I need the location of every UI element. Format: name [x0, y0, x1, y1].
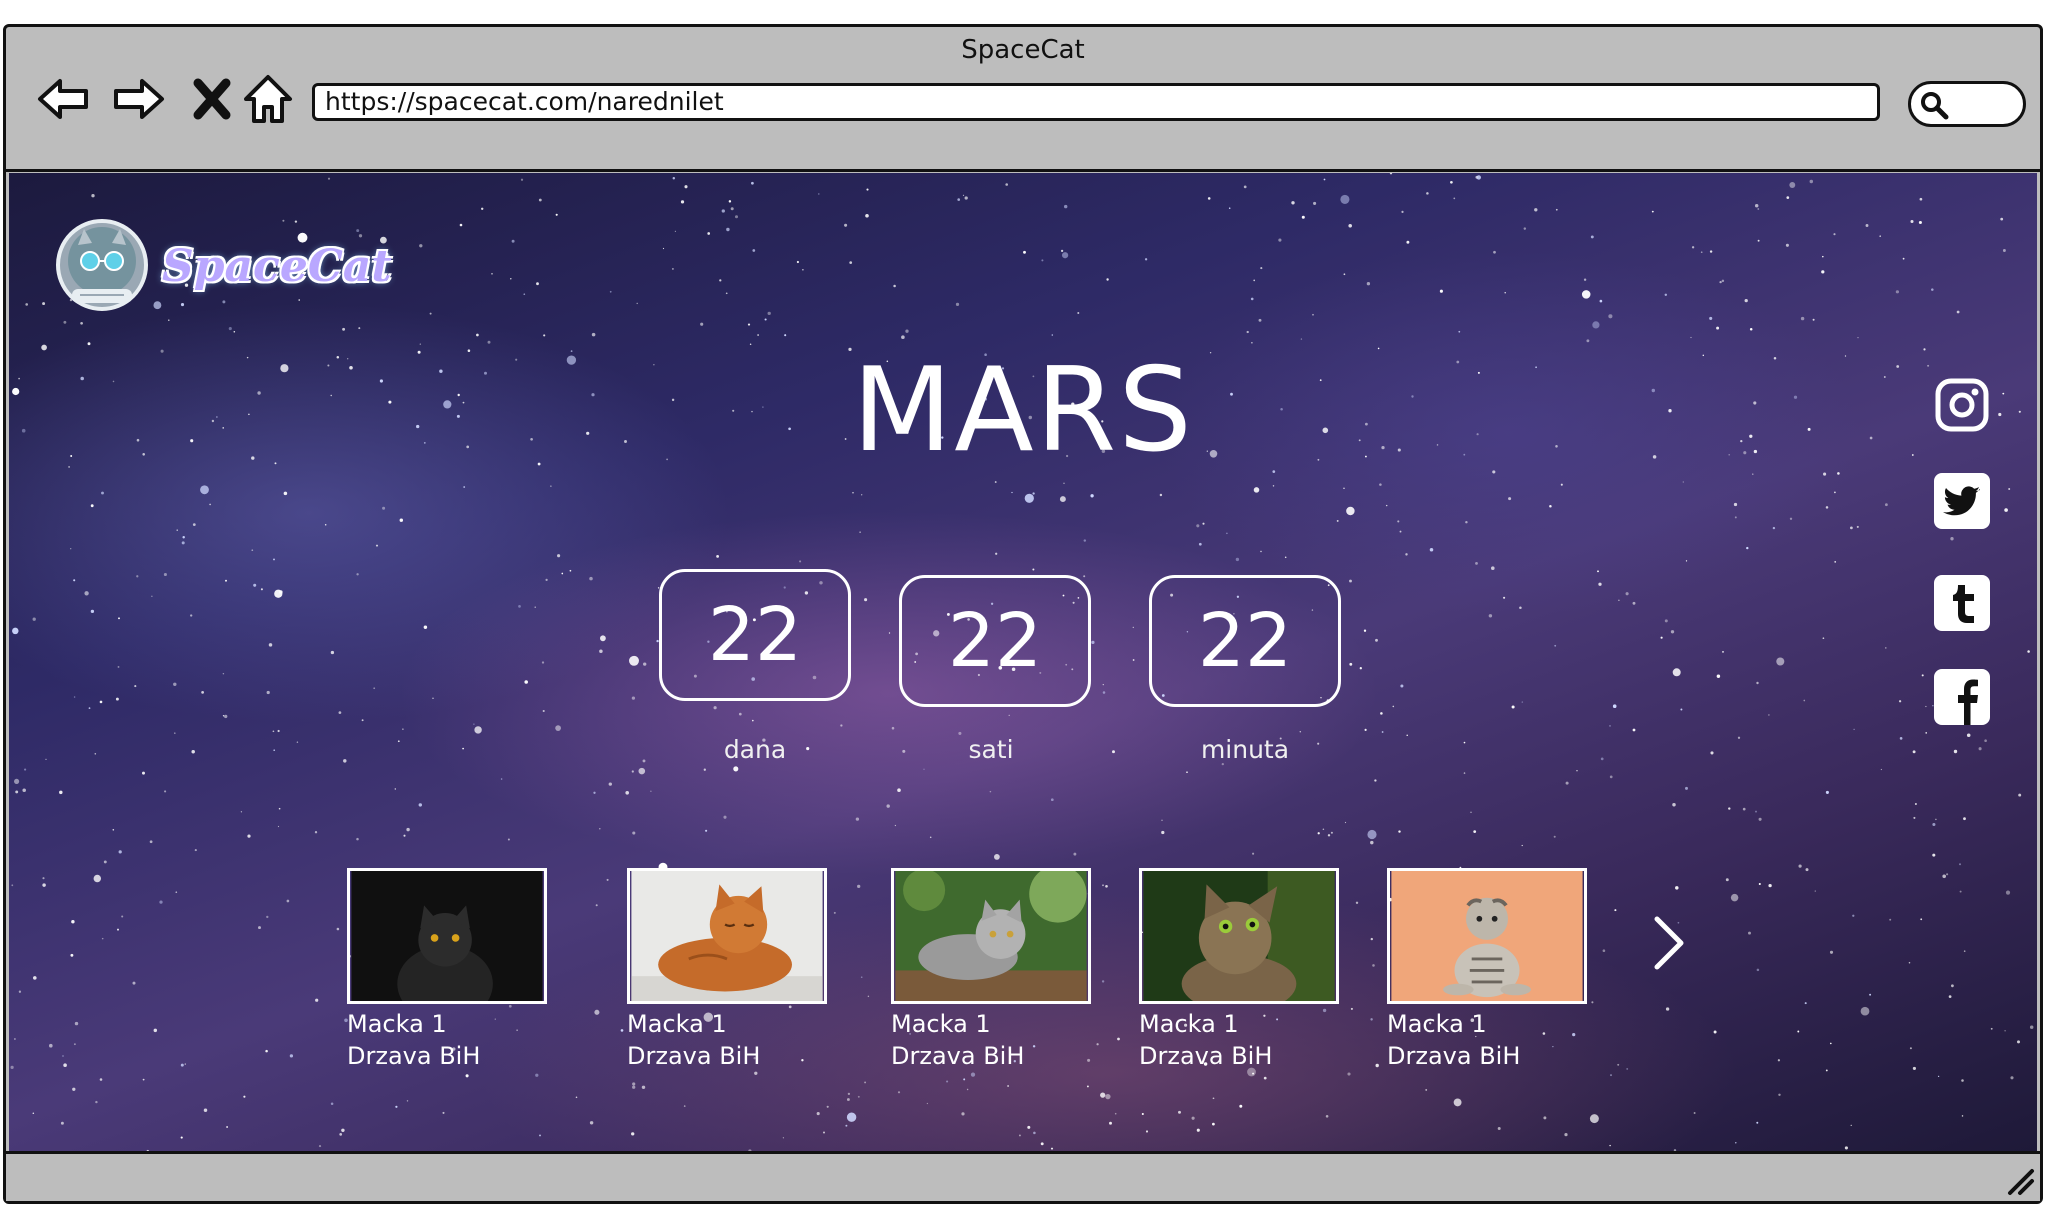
instagram-icon[interactable] [1934, 377, 1990, 433]
search-button[interactable] [1908, 81, 2026, 127]
cat-country: Drzava BiH [347, 1042, 481, 1070]
cat-name: Macka 1 [891, 1010, 991, 1038]
black-cat-image [351, 871, 543, 1001]
page-title: MARS [852, 343, 1194, 478]
browser-window: SpaceCat https://spacecat.com/narednilet [3, 24, 2043, 1204]
cat-country: Drzava BiH [1387, 1042, 1521, 1070]
countdown-hours-label: sati [968, 735, 1014, 764]
forward-arrow-icon[interactable] [108, 69, 168, 129]
cat-photo[interactable] [1139, 868, 1339, 1004]
back-arrow-icon[interactable] [34, 69, 94, 129]
cat-country: Drzava BiH [891, 1042, 1025, 1070]
page-viewport: SpaceCat MARS 22 22 22 dana sati minuta [9, 173, 2037, 1153]
orange-tabby-cat-image [631, 871, 823, 1001]
browser-toolbar: SpaceCat https://spacecat.com/narednilet [6, 27, 2040, 172]
countdown-minutes-label: minuta [1200, 735, 1290, 764]
tumblr-icon[interactable] [1934, 575, 1990, 631]
window-title: SpaceCat [961, 35, 1085, 65]
cat-card-3[interactable]: Macka 1 Drzava BiH [891, 868, 1091, 1072]
address-bar[interactable]: https://spacecat.com/narednilet [312, 83, 1880, 121]
scottish-fold-sitting-image [1391, 871, 1583, 1001]
grey-tabby-cat-image [895, 871, 1087, 1001]
cat-name: Macka 1 [347, 1010, 447, 1038]
cat-photo[interactable] [1387, 868, 1587, 1004]
cat-card-4[interactable]: Macka 1 Drzava BiH [1139, 868, 1339, 1072]
cat-name: Macka 1 [1139, 1010, 1239, 1038]
cat-country: Drzava BiH [1139, 1042, 1273, 1070]
browser-status-bar [6, 1151, 2040, 1201]
cat-photo[interactable] [627, 868, 827, 1004]
astronaut-cat-icon [56, 219, 148, 311]
cat-name: Macka 1 [1387, 1010, 1487, 1038]
site-logo[interactable]: SpaceCat [54, 215, 392, 315]
home-icon[interactable] [238, 69, 298, 129]
facebook-icon[interactable] [1934, 669, 1990, 725]
twitter-icon[interactable] [1934, 473, 1990, 529]
cat-photo[interactable] [347, 868, 547, 1004]
resize-grip-icon[interactable] [2004, 1165, 2036, 1197]
tabby-cat-looking-up-image [1143, 871, 1335, 1001]
close-icon[interactable] [182, 69, 242, 129]
cat-country: Drzava BiH [627, 1042, 761, 1070]
cat-photo[interactable] [891, 868, 1091, 1004]
toolbar-divider [6, 169, 2040, 172]
cat-card-2[interactable]: Macka 1 Drzava BiH [627, 868, 827, 1072]
cat-card-1[interactable]: Macka 1 Drzava BiH [347, 868, 547, 1072]
cat-name: Macka 1 [627, 1010, 727, 1038]
logo-wordmark: SpaceCat [162, 241, 392, 292]
cat-card-5[interactable]: Macka 1 Drzava BiH [1387, 868, 1587, 1072]
countdown-days-box: 22 [659, 569, 851, 701]
chevron-right-icon[interactable] [1649, 913, 1689, 973]
countdown-hours-box: 22 [899, 575, 1091, 707]
search-icon [1921, 92, 1949, 120]
countdown-minutes-box: 22 [1149, 575, 1341, 707]
countdown-days-label: dana [723, 735, 787, 764]
